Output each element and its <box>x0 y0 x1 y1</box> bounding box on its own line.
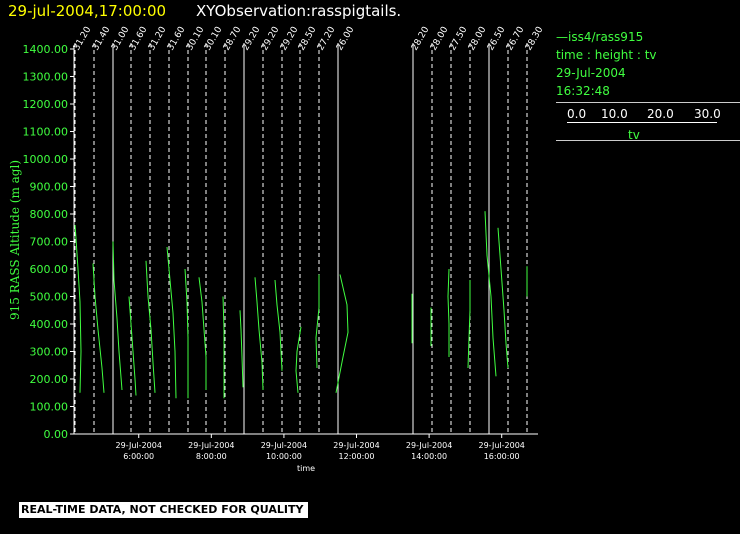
pigtail-trace <box>198 277 207 390</box>
top-value-label: 29.20 <box>241 25 263 53</box>
pigtail-traces <box>74 211 528 399</box>
legend-variables: time : height : tv <box>556 48 657 62</box>
pigtail-trace <box>484 211 497 377</box>
rass-pigtail-chart: 31.2031.4031.0031.6031.2031.6030.1030.10… <box>8 25 546 473</box>
y-axis-label: 915 RASS Altitude (m agl) <box>8 160 22 320</box>
y-tick-label: 0.00 <box>44 428 69 441</box>
top-value-label: 28.30 <box>524 25 546 53</box>
top-value-label: 28.20 <box>410 25 432 53</box>
pigtail-trace <box>112 241 123 391</box>
pigtail-trace <box>497 227 509 369</box>
pigtail-trace <box>447 268 450 357</box>
x-tick-date: 29-Jul-2004 <box>406 441 452 450</box>
legend-date: 29-Jul-2004 <box>556 66 626 80</box>
quality-notice: REAL-TIME DATA, NOT CHECKED FOR QUALITY <box>19 502 309 518</box>
top-value-label: 26.70 <box>505 25 527 53</box>
legend-series-label: —iss4/rass915 <box>556 30 644 44</box>
x-tick-date: 29-Jul-2004 <box>261 441 307 450</box>
x-tick-date: 29-Jul-2004 <box>188 441 234 450</box>
y-tick-label: 1100.00 <box>23 126 69 139</box>
top-value-label: 31.20 <box>147 25 169 53</box>
y-tick-label: 500.00 <box>30 291 69 304</box>
x-tick-time: 14:00:00 <box>411 452 447 461</box>
scale-tick-2: 20.0 <box>647 107 674 121</box>
top-value-label: 30.10 <box>203 25 225 53</box>
y-tick-label: 1300.00 <box>23 71 69 84</box>
top-value-label: 31.20 <box>72 25 94 53</box>
scale-axis-label: tv <box>628 128 640 142</box>
pigtail-trace <box>166 246 177 399</box>
top-value-label: 31.40 <box>91 25 113 53</box>
scale-tick-0: 0.0 <box>567 107 587 121</box>
y-ticks: 0.00 100.00 200.00 300.00 400.00 500.00 600.00… <box>23 43 74 441</box>
top-value-label: 26.50 <box>486 25 508 53</box>
pigtail-trace <box>239 310 244 388</box>
scale-tick-3: 30.0 <box>694 107 721 121</box>
pigtail-trace <box>92 263 105 393</box>
x-tick-date: 29-Jul-2004 <box>478 441 524 450</box>
top-value-label: 29.20 <box>260 25 282 53</box>
pigtail-trace <box>128 296 137 396</box>
x-tick-date: 29-Jul-2004 <box>116 441 162 450</box>
reference-lines <box>74 43 528 434</box>
pigtail-trace <box>254 277 264 391</box>
x-tick-time: 12:00:00 <box>339 452 375 461</box>
top-value-label: 28.00 <box>429 25 451 53</box>
x-tick-time: 10:00:00 <box>266 452 302 461</box>
x-axis-label: time <box>297 464 315 473</box>
x-tick-time: 16:00:00 <box>484 452 520 461</box>
legend-divider-top <box>556 102 740 103</box>
top-value-label: 28.50 <box>297 25 319 53</box>
y-tick-label: 1400.00 <box>23 43 69 56</box>
top-value-label: 27.20 <box>316 25 338 53</box>
tv-scale-bar <box>567 122 717 123</box>
top-value-label: 31.60 <box>128 25 150 53</box>
y-tick-label: 100.00 <box>30 401 69 414</box>
top-value-label: 28.70 <box>222 25 244 53</box>
x-ticks: 29-Jul-2004 6:00:00 29-Jul-2004 8:00:00 29-J… <box>116 434 525 461</box>
top-value-label: 27.50 <box>448 25 470 53</box>
x-tick-time: 6:00:00 <box>123 452 154 461</box>
y-tick-label: 700.00 <box>30 236 69 249</box>
legend-time: 16:32:48 <box>556 84 610 98</box>
scale-tick-1: 10.0 <box>601 107 628 121</box>
y-tick-label: 300.00 <box>30 346 69 359</box>
y-tick-label: 1000.00 <box>23 153 69 166</box>
top-value-label: 31.60 <box>166 25 188 53</box>
y-tick-label: 1200.00 <box>23 98 69 111</box>
y-tick-label: 900.00 <box>30 181 69 194</box>
pigtail-trace <box>74 224 82 393</box>
top-value-label: 28.00 <box>467 25 489 53</box>
top-value-labels: 31.2031.4031.0031.6031.2031.6030.1030.10… <box>72 25 546 53</box>
y-tick-label: 800.00 <box>30 208 69 221</box>
pigtail-trace <box>274 279 283 371</box>
y-tick-label: 200.00 <box>30 373 69 386</box>
legend-divider-bottom <box>556 140 740 141</box>
y-tick-label: 400.00 <box>30 318 69 331</box>
top-value-label: 26.00 <box>335 25 357 53</box>
x-tick-time: 8:00:00 <box>196 452 227 461</box>
x-tick-date: 29-Jul-2004 <box>333 441 379 450</box>
y-tick-label: 600.00 <box>30 263 69 276</box>
chart-axes <box>73 46 538 435</box>
pigtail-trace <box>222 296 225 399</box>
